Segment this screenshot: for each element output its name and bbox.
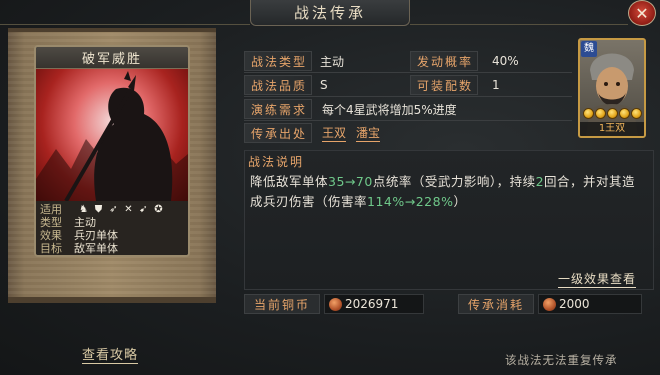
desc-highlight: 35→70 [328,174,373,189]
row-divider [244,120,572,121]
rate-label: 发动概率 [410,51,478,71]
star-icon [594,108,606,119]
general-name: 1王双 [580,122,644,136]
skill-info-row: 类型 主动 [40,216,184,229]
drill-value: 每个4星武将增加5%进度 [322,102,457,117]
window-title: 战法传承 [293,4,366,22]
window-title-bar: 战法传承 [250,0,410,26]
copper-coin-icon [329,297,342,311]
quality-value: S [320,78,328,92]
quality-label: 战法品质 [244,75,312,95]
skill-info-value: 兵刃单体 [74,229,118,242]
source-general-link[interactable]: 潘宝 [356,124,381,142]
source-values: 王双 潘宝 [322,123,522,143]
slots-value: 1 [492,78,500,92]
crossbow-icon: ➹ [139,204,148,215]
slots-label: 可装配数 [410,75,478,95]
shield-icon: ⛊ [94,204,103,215]
skill-card-art [36,69,188,201]
skill-card: 破军威胜 适用 ♞ ⛊ ➶ ✕ ➹ ✪ 类型 主动 效果 兵刃单体 目标 敌军单… [34,45,190,257]
title-divider-right [410,24,628,25]
skill-info-row: 目标 敌军单体 [40,242,184,255]
skill-card-info: 适用 ♞ ⛊ ➶ ✕ ➹ ✪ 类型 主动 效果 兵刃单体 目标 敌军单体 [36,201,188,255]
type-value: 主动 [320,54,345,69]
desc-text-segment: 点统率（受武力影响），持续 [372,174,536,189]
bow-icon: ➶ [109,204,118,215]
description-title: 战法说明 [248,155,305,169]
skill-info-value: 敌军单体 [74,242,118,255]
cost-value: 2000 [559,297,590,311]
rate-value: 40% [492,54,519,68]
description-text: 降低敌军单体35→70点统率（受武力影响），持续2回合，并对其造成兵刃伤害（伤害… [250,172,648,212]
skill-info-row: 效果 兵刃单体 [40,229,184,242]
source-label: 传承出处 [244,123,312,143]
use-label: 适用 [40,203,62,216]
desc-highlight: 114%→228% [367,194,454,209]
row-divider [244,72,572,73]
current-coins-label: 当前铜币 [244,294,320,314]
faction-badge: 魏 [581,41,597,57]
title-divider-left [0,24,250,25]
description-panel [244,150,654,290]
skill-use-row: 适用 ♞ ⛊ ➶ ✕ ➹ ✪ [40,203,184,216]
cost-box: 2000 [538,294,642,314]
general-portrait[interactable]: 魏 1王双 [578,38,646,138]
desc-text-segment: 降低敌军单体 [250,174,329,189]
source-general-link[interactable]: 王双 [322,124,347,142]
star-icon [618,108,630,119]
skill-info-key: 类型 [40,216,62,229]
cost-label: 传承消耗 [458,294,534,314]
footer-note: 该战法无法重复传承 [505,353,618,367]
spear-icon: ✕ [124,204,133,215]
level-effect-link[interactable]: 一级效果查看 [558,270,637,288]
copper-coin-icon [543,297,556,311]
skill-info-key: 效果 [40,229,62,242]
star-icon [582,108,594,119]
general-stars [580,108,644,122]
row-divider [244,96,572,97]
desc-text-segment: ） [453,194,467,209]
star-icon [630,108,642,119]
current-coins-box: 2026971 [324,294,424,314]
current-coins-value: 2026971 [345,297,399,311]
chariot-icon: ✪ [154,204,163,215]
strategy-link[interactable]: 查看攻略 [82,344,139,364]
type-label: 战法类型 [244,51,312,71]
star-icon [606,108,618,119]
horse-icon: ♞ [79,204,88,215]
skill-info-value: 主动 [74,216,96,229]
drill-label: 演练需求 [244,99,312,119]
desc-highlight: 2 [535,174,545,189]
skill-card-title: 破军威胜 [36,47,188,69]
skill-info-key: 目标 [40,242,62,255]
close-icon[interactable]: ✕ [628,0,656,26]
